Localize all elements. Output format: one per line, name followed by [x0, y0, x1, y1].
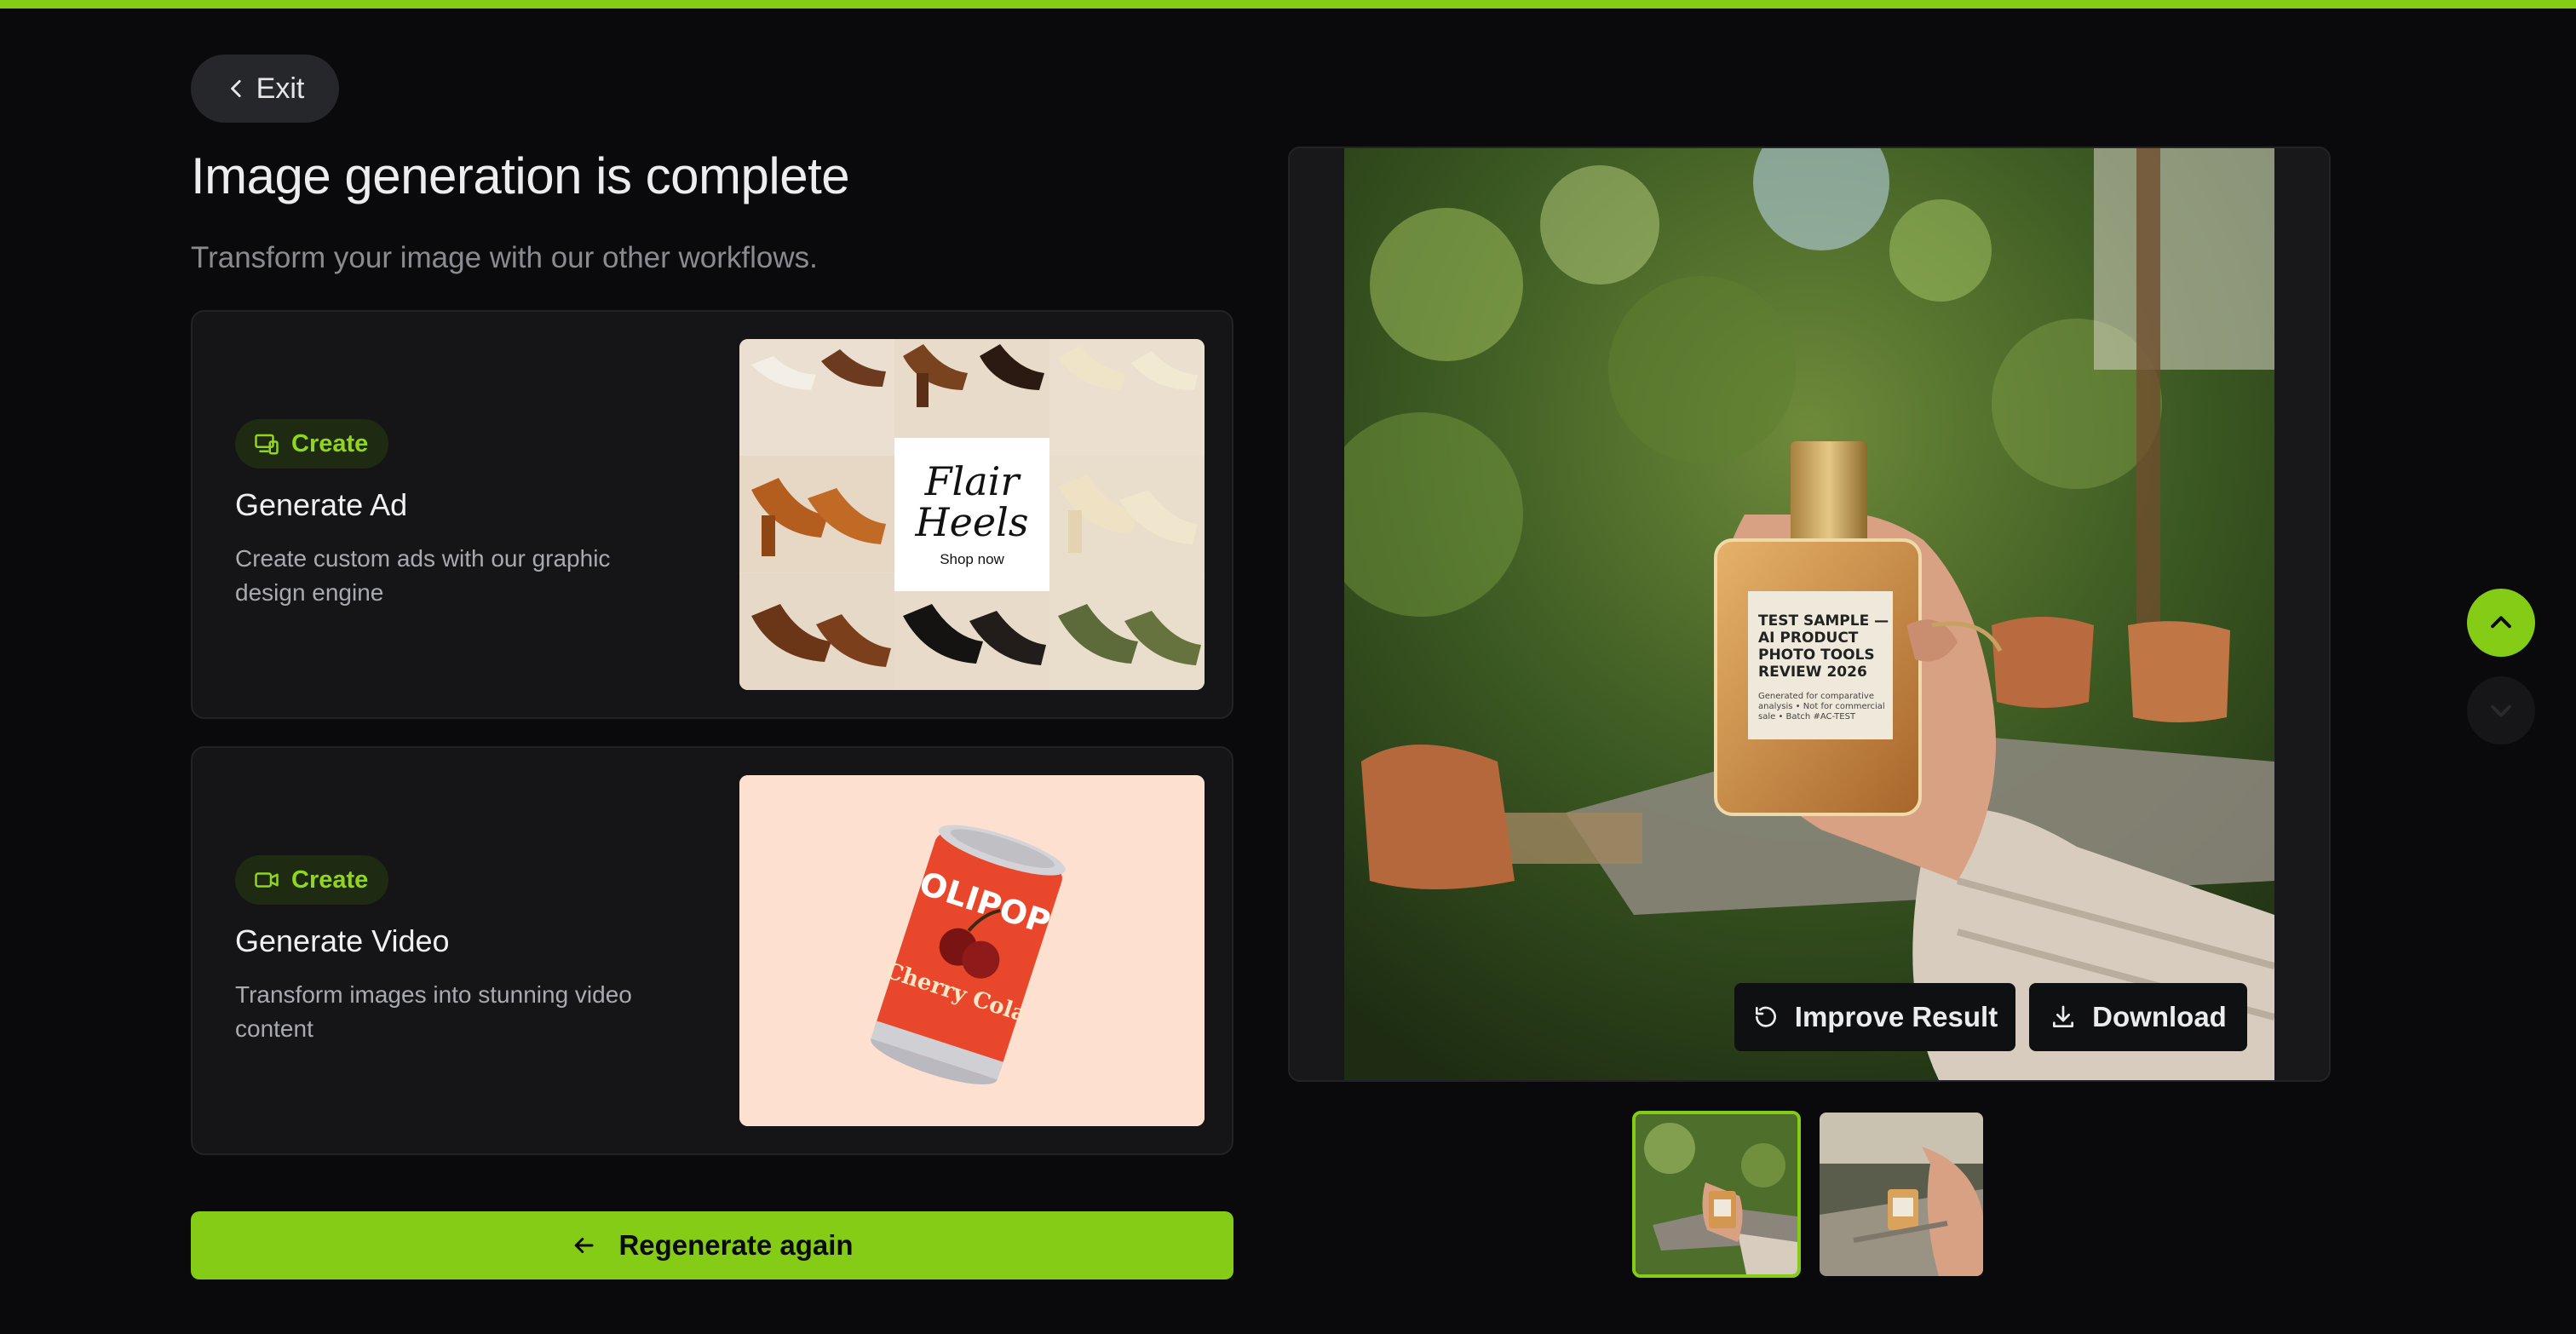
svg-text:AI PRODUCT: AI PRODUCT [1758, 630, 1859, 647]
video-camera-icon [255, 872, 279, 888]
svg-text:TEST SAMPLE —: TEST SAMPLE — [1758, 612, 1889, 630]
chevron-up-icon [2491, 616, 2511, 629]
svg-text:sale • Batch #AC-TEST: sale • Batch #AC-TEST [1758, 712, 1856, 722]
workflow-card-generate-video[interactable]: Create Generate Video Transform images i… [191, 746, 1233, 1155]
generated-photo: TEST SAMPLE — AI PRODUCT PHOTO TOOLS REV… [1344, 148, 2274, 1080]
regenerate-button[interactable]: Regenerate again [191, 1211, 1233, 1279]
create-badge: Create [235, 419, 389, 469]
refresh-icon [1755, 1006, 1776, 1027]
download-label: Download [2092, 1001, 2227, 1032]
workflow-card-generate-ad[interactable]: Create Generate Ad Create custom ads wit… [191, 310, 1233, 719]
page-title: Image generation is complete [191, 147, 850, 204]
shoe-image [1049, 572, 1205, 690]
flair-heels-ad-label: Flair Heels Shop now [894, 438, 1049, 591]
workflow-description: Create custom ads with our graphic desig… [235, 545, 611, 606]
shoe-image [1049, 339, 1205, 456]
top-progress-bar [0, 0, 2576, 9]
shoe-image [1049, 456, 1205, 573]
scroll-up-button[interactable] [2467, 589, 2535, 657]
svg-text:PHOTO TOOLS: PHOTO TOOLS [1758, 647, 1875, 664]
scroll-down-button[interactable] [2467, 676, 2535, 745]
badge-label: Create [291, 429, 369, 457]
result-thumbnail-2[interactable] [1820, 1113, 1983, 1276]
exit-button[interactable]: Exit [191, 55, 339, 123]
shoe-image [739, 572, 894, 690]
generate-ad-thumbnail: Flair Heels Shop now [739, 339, 1205, 690]
generated-image-preview: TEST SAMPLE — AI PRODUCT PHOTO TOOLS REV… [1288, 147, 2331, 1082]
improve-result-button[interactable]: Improve Result [1734, 983, 2015, 1051]
workflow-description: Transform images into stunning video con… [235, 981, 632, 1042]
ad-brand: Flair Heels [915, 458, 1029, 545]
soda-can-image: OLIPOP Cherry Cola [739, 775, 1205, 1126]
arrow-left-icon [575, 1238, 594, 1253]
regenerate-label: Regenerate again [618, 1229, 854, 1261]
generate-video-thumbnail: OLIPOP Cherry Cola [739, 775, 1205, 1126]
svg-text:REVIEW 2026: REVIEW 2026 [1758, 664, 1867, 681]
chevron-left-icon [230, 79, 241, 98]
svg-text:analysis • Not for commercial: analysis • Not for commercial [1758, 702, 1885, 711]
devices-icon [255, 434, 279, 455]
ad-cta: Shop now [940, 551, 1004, 567]
download-button[interactable]: Download [2029, 983, 2247, 1051]
page-subtitle: Transform your image with our other work… [191, 241, 818, 274]
create-badge: Create [235, 855, 389, 905]
download-icon [2053, 1005, 2074, 1027]
workflow-title: Generate Video [235, 923, 450, 958]
workflow-title: Generate Ad [235, 487, 408, 522]
svg-text:Generated for comparative: Generated for comparative [1758, 692, 1874, 701]
shoe-image [739, 339, 894, 456]
improve-result-label: Improve Result [1794, 1001, 1998, 1032]
chevron-down-icon [2491, 704, 2511, 717]
shoe-image [739, 456, 894, 573]
result-thumbnail-1[interactable] [1632, 1111, 1801, 1278]
badge-label: Create [291, 865, 369, 894]
exit-label: Exit [256, 72, 305, 105]
